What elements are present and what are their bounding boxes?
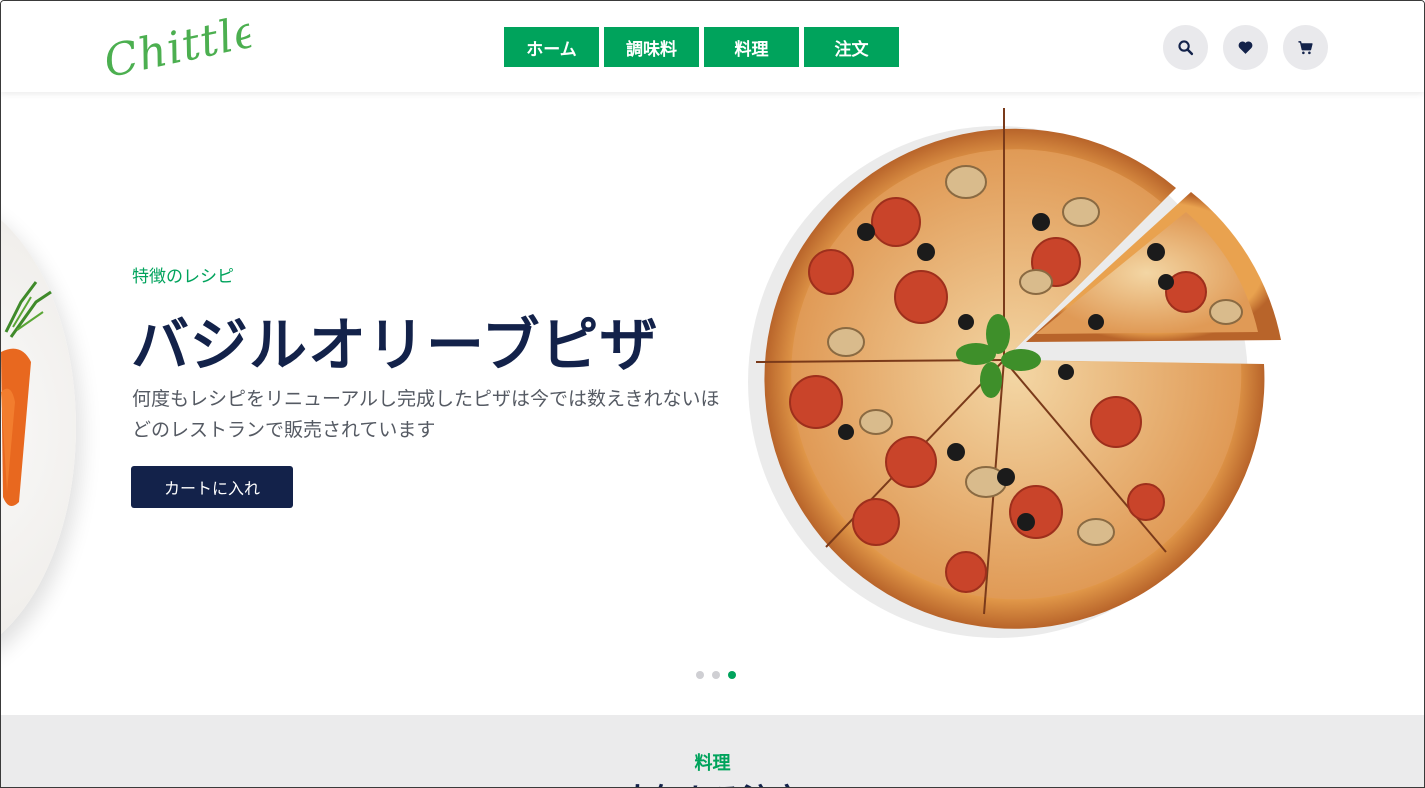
popular-orders-section: 料理 人気ある注文: [1, 715, 1424, 787]
section-title: 人気ある注文: [1, 775, 1424, 787]
pizza-image: [748, 108, 1281, 638]
cart-icon: [1298, 41, 1313, 55]
nav-item-home[interactable]: ホーム: [504, 27, 599, 67]
slider-dot-2[interactable]: [712, 671, 720, 679]
slider-dot-3[interactable]: [728, 671, 736, 679]
slider-pagination: [696, 671, 736, 679]
hero-slider: 特徴のレシピ バジルオリーブピザ 何度もレシピをリニューアルし完成したピザは今で…: [1, 92, 1424, 715]
section-eyebrow: 料理: [694, 753, 731, 774]
search-button[interactable]: [1163, 25, 1208, 70]
main-nav: ホーム 調味料 料理 注文: [504, 27, 899, 67]
nav-item-order[interactable]: 注文: [804, 27, 899, 67]
hero-title: バジルオリーブピザ: [131, 311, 659, 379]
nav-item-seasonings[interactable]: 調味料: [604, 27, 699, 67]
hero-description: 何度もレシピをリニューアルし完成したピザは今では数えきれないほどのレストランで販…: [132, 388, 720, 441]
hero-eyebrow: 特徴のレシピ: [132, 267, 234, 287]
add-to-cart-button[interactable]: カートに入れ: [131, 466, 293, 508]
favorites-button[interactable]: [1223, 25, 1268, 70]
cart-button[interactable]: [1283, 25, 1328, 70]
heart-icon: [1238, 41, 1253, 54]
carrot-garnish-image: [1, 281, 52, 506]
search-icon: [1178, 40, 1194, 56]
brand-logo[interactable]: Chittle: [98, 5, 266, 88]
browser-viewport: Chittle ホーム 調味料 料理 注文 特徴のレシピ バジルオリーブピザ 何…: [0, 0, 1425, 788]
slider-dot-1[interactable]: [696, 671, 704, 679]
site-header: Chittle ホーム 調味料 料理 注文: [1, 1, 1424, 92]
nav-item-dishes[interactable]: 料理: [704, 27, 799, 67]
svg-text:Chittle: Chittle: [100, 7, 254, 86]
brand-logo-wordmark: Chittle: [100, 5, 266, 88]
